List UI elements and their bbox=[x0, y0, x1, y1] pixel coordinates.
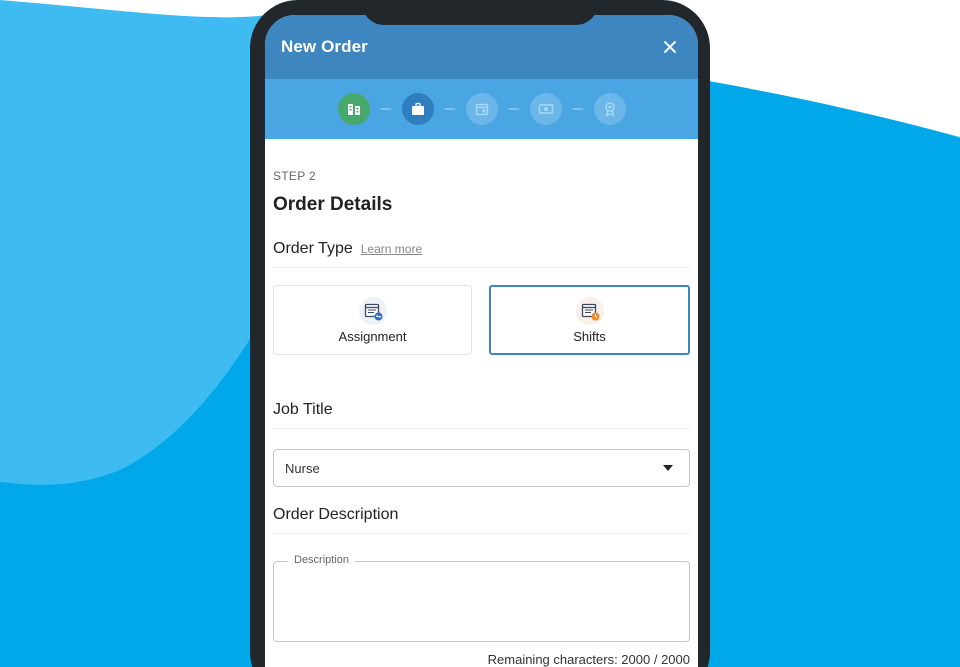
phone-screen: New Order STEP 2 Order Details Order Typ… bbox=[265, 15, 698, 667]
order-type-shifts-label: Shifts bbox=[573, 328, 606, 344]
step-connector bbox=[380, 108, 391, 110]
job-title-select[interactable]: Nurse bbox=[273, 449, 690, 487]
step-4-money-icon[interactable] bbox=[529, 93, 562, 125]
calendar-shifts-icon bbox=[575, 296, 604, 325]
phone-notch bbox=[362, 0, 598, 25]
order-description-header: Order Description bbox=[273, 506, 690, 534]
step-label: STEP 2 bbox=[273, 169, 316, 183]
calendar-assignment-icon bbox=[358, 296, 387, 325]
order-type-assignment-card[interactable]: Assignment bbox=[273, 285, 472, 355]
job-title-header: Job Title bbox=[273, 401, 690, 429]
step-1-building-icon[interactable] bbox=[337, 93, 370, 125]
job-title-label: Job Title bbox=[273, 401, 333, 418]
step-3-calendar-icon[interactable] bbox=[465, 93, 498, 125]
learn-more-link[interactable]: Learn more bbox=[361, 242, 422, 256]
progress-stepper bbox=[265, 79, 698, 139]
remaining-characters: Remaining characters: 2000 / 2000 bbox=[487, 652, 690, 667]
page-title: Order Details bbox=[273, 194, 393, 215]
order-type-assignment-label: Assignment bbox=[338, 328, 407, 344]
step-5-award-icon[interactable] bbox=[593, 93, 626, 125]
step-connector bbox=[572, 108, 583, 110]
order-type-header: Order Type Learn more bbox=[273, 240, 690, 268]
description-textarea[interactable]: Description bbox=[273, 554, 690, 642]
step-connector bbox=[444, 108, 455, 110]
caret-down-icon bbox=[663, 465, 673, 471]
order-type-label: Order Type bbox=[273, 240, 353, 257]
job-title-value: Nurse bbox=[285, 460, 320, 476]
order-description-label: Order Description bbox=[273, 506, 399, 523]
step-2-briefcase-icon[interactable] bbox=[401, 93, 434, 125]
close-icon[interactable] bbox=[660, 37, 680, 57]
step-connector bbox=[508, 108, 519, 110]
form-content: STEP 2 Order Details Order Type Learn mo… bbox=[265, 169, 698, 667]
description-field-label: Description bbox=[288, 554, 356, 566]
order-type-shifts-card[interactable]: Shifts bbox=[489, 285, 690, 355]
order-type-options: Assignment Shifts bbox=[273, 285, 690, 355]
modal-title: New Order bbox=[281, 37, 368, 56]
